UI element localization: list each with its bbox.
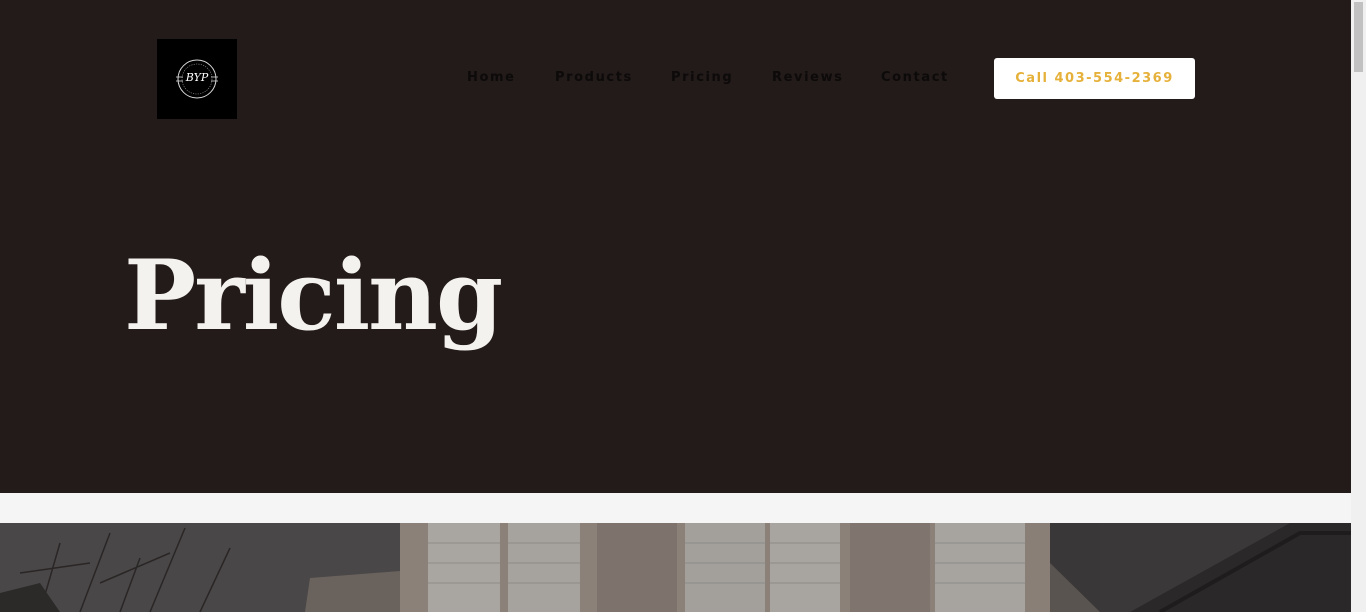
page-scrollbar[interactable] (1351, 0, 1366, 612)
house-photo-drawing (0, 523, 1351, 612)
house-exterior-image (0, 523, 1351, 612)
hero-section: BYP Home Products Pricing Reviews Contac… (0, 0, 1351, 493)
main-nav: Home Products Pricing Reviews Contact (467, 68, 961, 88)
section-divider (0, 493, 1351, 523)
call-button[interactable]: Call 403-554-2369 (994, 58, 1195, 99)
nav-item-contact[interactable]: Contact (881, 68, 961, 88)
nav-item-pricing[interactable]: Pricing (671, 68, 772, 88)
page-title: Pricing (124, 239, 503, 352)
site-logo[interactable]: BYP (157, 39, 237, 119)
scrollbar-thumb[interactable] (1354, 2, 1363, 72)
nav-item-reviews[interactable]: Reviews (772, 68, 881, 88)
logo-text: BYP (185, 71, 209, 84)
nav-item-products[interactable]: Products (555, 68, 671, 88)
nav-item-home[interactable]: Home (467, 68, 555, 88)
